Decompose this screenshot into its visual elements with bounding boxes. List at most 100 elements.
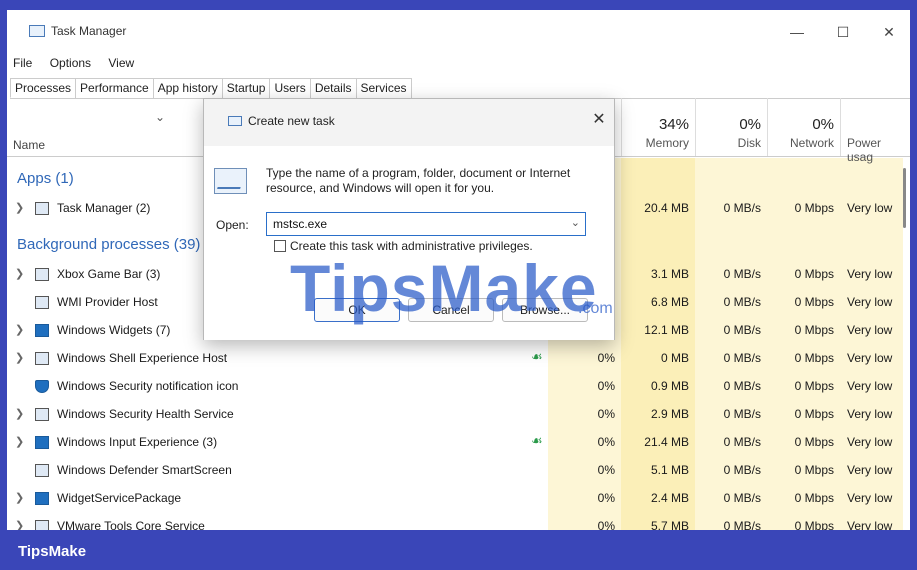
cpu-cell: 0% xyxy=(597,463,615,477)
memory-cell: 5.1 MB xyxy=(650,463,689,477)
disk-cell: 0 MB/s xyxy=(723,435,761,449)
tab-processes[interactable]: Processes xyxy=(10,78,77,98)
network-cell: 0 Mbps xyxy=(794,267,834,281)
network-cell: 0 Mbps xyxy=(794,295,834,309)
process-name: WMI Provider Host xyxy=(57,295,158,309)
expand-chevron-icon[interactable]: ❯ xyxy=(15,519,24,530)
dialog-close-button[interactable]: ✕ xyxy=(588,109,610,131)
disk-cell: 0 MB/s xyxy=(723,519,761,530)
network-percent: 0% xyxy=(812,116,834,133)
disk-label: Disk xyxy=(737,136,761,150)
network-cell: 0 Mbps xyxy=(794,463,834,477)
table-row[interactable]: Windows Defender SmartScreen 0% 5.1 MB 0… xyxy=(7,457,910,485)
security-health-icon xyxy=(35,408,49,421)
network-label: Network xyxy=(789,136,834,150)
expand-chevron-icon[interactable]: ❯ xyxy=(15,407,24,420)
expand-chevron-icon[interactable]: ❯ xyxy=(15,267,24,280)
power-label: Power usag xyxy=(847,136,882,164)
open-value[interactable]: mstsc.exe xyxy=(273,217,327,231)
process-name: WidgetServicePackage xyxy=(57,491,182,505)
table-row[interactable]: ❯ VMware Tools Core Service 0% 5.7 MB 0 … xyxy=(7,513,910,530)
tab-users[interactable]: Users xyxy=(269,78,311,98)
process-name: Windows Defender SmartScreen xyxy=(57,463,232,477)
disk-cell: 0 MB/s xyxy=(723,351,761,365)
disk-cell: 0 MB/s xyxy=(723,407,761,421)
disk-cell: 0 MB/s xyxy=(723,491,761,505)
admin-privileges-checkbox[interactable] xyxy=(274,240,286,252)
table-row[interactable]: ❯ WidgetServicePackage 0% 2.4 MB 0 MB/s … xyxy=(7,485,910,513)
close-button[interactable]: ✕ xyxy=(877,22,901,42)
column-disk[interactable]: 0% Disk xyxy=(695,98,767,156)
input-experience-icon xyxy=(35,436,49,449)
network-cell: 0 Mbps xyxy=(794,379,834,393)
process-name: Windows Shell Experience Host xyxy=(57,351,228,365)
expand-chevron-icon[interactable]: ❯ xyxy=(15,323,24,336)
process-name: VMware Tools Core Service xyxy=(57,519,205,530)
window-title: Task Manager xyxy=(51,24,127,38)
column-network[interactable]: 0% Network xyxy=(767,98,840,156)
disk-cell: 0 MB/s xyxy=(723,201,761,215)
security-shield-icon xyxy=(35,380,49,393)
efficiency-leaf-icon: ☙ xyxy=(531,349,543,364)
power-cell: Very low xyxy=(847,379,893,393)
network-cell: 0 Mbps xyxy=(794,407,834,421)
menu-options[interactable]: Options xyxy=(50,56,91,70)
expand-chevron-icon[interactable]: ❯ xyxy=(15,201,24,214)
tab-app-history[interactable]: App history xyxy=(152,78,223,98)
column-power[interactable]: Power usag xyxy=(840,98,910,164)
maximize-button[interactable]: ☐ xyxy=(831,22,855,42)
section-apps: Apps (1) xyxy=(17,170,74,187)
watermark-suffix: .com xyxy=(578,300,613,317)
process-name: Task Manager (2) xyxy=(57,201,151,215)
vmware-icon xyxy=(35,520,49,530)
cpu-cell: 0% xyxy=(597,491,615,505)
process-name: Xbox Game Bar (3) xyxy=(57,267,161,281)
xbox-game-bar-icon xyxy=(35,268,49,281)
memory-cell: 2.9 MB xyxy=(650,407,689,421)
tab-startup[interactable]: Startup xyxy=(221,78,271,98)
process-name: Windows Security notification icon xyxy=(57,379,239,393)
power-cell: Very low xyxy=(847,267,893,281)
minimize-button[interactable]: — xyxy=(785,22,809,42)
table-row[interactable]: ❯ Windows Shell Experience Host ☙ 0% 0 M… xyxy=(7,345,910,373)
vertical-scrollbar[interactable] xyxy=(903,168,906,228)
table-row[interactable]: Windows Security notification icon 0% 0.… xyxy=(7,373,910,401)
cpu-cell: 0% xyxy=(597,407,615,421)
cpu-cell: 0% xyxy=(597,435,615,449)
dialog-title: Create new task xyxy=(248,114,335,128)
open-combobox[interactable]: mstsc.exe ⌄ xyxy=(266,212,586,236)
network-cell: 0 Mbps xyxy=(794,519,834,530)
menu-file[interactable]: File xyxy=(13,56,32,70)
tab-services[interactable]: Services xyxy=(355,78,412,98)
tab-performance[interactable]: Performance xyxy=(75,78,154,98)
table-row[interactable]: ❯ Windows Security Health Service 0% 2.9… xyxy=(7,401,910,429)
expand-chevron-icon[interactable]: ❯ xyxy=(15,435,24,448)
menu-view[interactable]: View xyxy=(108,56,134,70)
power-cell: Very low xyxy=(847,491,893,505)
memory-cell: 6.8 MB xyxy=(650,295,689,309)
process-name: Windows Widgets (7) xyxy=(57,323,171,337)
tab-details[interactable]: Details xyxy=(309,78,357,98)
process-name: Windows Security Health Service xyxy=(57,407,234,421)
network-cell: 0 Mbps xyxy=(794,323,834,337)
memory-cell: 2.4 MB xyxy=(650,491,689,505)
footer-brand: TipsMake xyxy=(18,543,87,560)
column-name[interactable]: Name xyxy=(13,138,45,152)
table-row[interactable]: ❯ Windows Input Experience (3) ☙ 0% 21.4… xyxy=(7,429,910,457)
section-background: Background processes (39) xyxy=(17,236,201,253)
memory-cell: 0 MB xyxy=(660,351,689,365)
task-manager-icon xyxy=(35,202,49,215)
expand-chevron-icon[interactable]: ❯ xyxy=(15,351,24,364)
column-memory[interactable]: 34% Memory xyxy=(621,98,695,156)
memory-cell: 21.4 MB xyxy=(644,435,689,449)
cpu-cell: 0% xyxy=(597,379,615,393)
chevron-down-icon[interactable]: ⌄ xyxy=(571,216,580,229)
disk-cell: 0 MB/s xyxy=(723,323,761,337)
tab-strip: Processes Performance App history Startu… xyxy=(10,78,910,99)
sort-chevron-icon[interactable]: ⌄ xyxy=(155,110,165,124)
task-manager-icon xyxy=(29,25,45,37)
power-cell: Very low xyxy=(847,201,893,215)
cpu-cell: 0% xyxy=(597,519,615,530)
expand-chevron-icon[interactable]: ❯ xyxy=(15,491,24,504)
run-dialog-icon xyxy=(228,116,242,126)
